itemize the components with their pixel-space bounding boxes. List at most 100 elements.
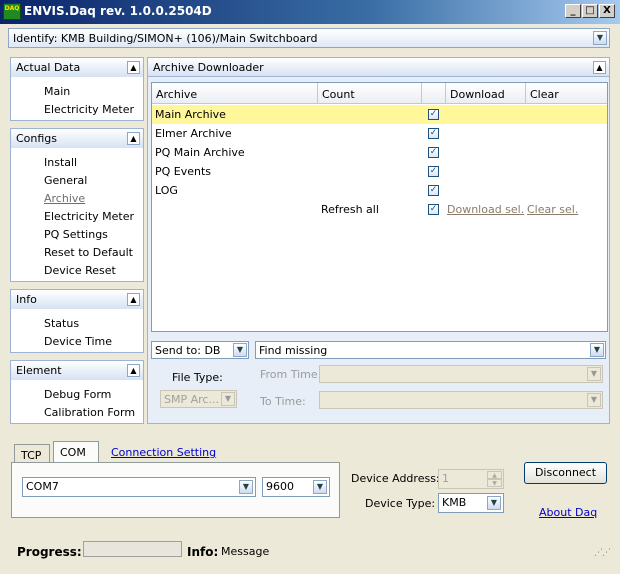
archive-name: Elmer Archive: [155, 127, 232, 140]
column-header-download[interactable]: Download: [446, 83, 526, 104]
chevron-down-icon[interactable]: ▼: [587, 367, 601, 381]
info-message: Message: [221, 545, 270, 558]
from-time-label: From Time:: [260, 368, 322, 381]
tab-com[interactable]: COM: [53, 441, 99, 464]
sidebar-item-general[interactable]: General: [44, 174, 87, 187]
archive-name: PQ Events: [155, 165, 212, 178]
sidebar-item-device-reset[interactable]: Device Reset: [44, 264, 116, 277]
checkbox-checked-icon[interactable]: ✓: [428, 166, 439, 177]
group-info-body: Status Device Time: [10, 309, 144, 353]
send-to-select[interactable]: Send to: DB ▼: [151, 341, 249, 359]
table-row[interactable]: PQ Events ✓: [152, 162, 607, 181]
archive-downloader-header: Archive Downloader ▲: [147, 57, 610, 77]
file-type-select[interactable]: SMP Arc... ▼: [160, 390, 237, 408]
spin-up-icon[interactable]: ▲: [487, 471, 502, 479]
group-info[interactable]: Info ▲: [10, 289, 144, 309]
about-daq-link[interactable]: About Daq: [539, 506, 597, 519]
sidebar-item-install[interactable]: Install: [44, 156, 77, 169]
chevron-down-icon[interactable]: ▼: [593, 31, 607, 45]
disconnect-button[interactable]: Disconnect: [524, 462, 607, 484]
to-time-label: To Time:: [260, 395, 306, 408]
group-element[interactable]: Element ▲: [10, 360, 144, 380]
collapse-up-icon[interactable]: ▲: [127, 61, 140, 74]
device-type-select[interactable]: KMB ▼: [438, 493, 504, 513]
archive-name: PQ Main Archive: [155, 146, 245, 159]
clear-selected-link[interactable]: Clear sel.: [527, 203, 578, 216]
device-address-label: Device Address:: [351, 472, 440, 485]
identify-value: Identify: KMB Building/SIMON+ (106)/Main…: [13, 32, 318, 45]
group-actual-data[interactable]: Actual Data ▲: [10, 57, 144, 77]
group-title: Configs: [16, 132, 58, 145]
baud-value: 9600: [266, 480, 294, 493]
checkbox-checked-icon[interactable]: ✓: [428, 147, 439, 158]
close-button[interactable]: X: [599, 4, 615, 18]
from-time-picker[interactable]: ▼: [319, 365, 603, 383]
collapse-up-icon[interactable]: ▲: [593, 61, 606, 74]
chevron-down-icon[interactable]: ▼: [590, 343, 604, 357]
table-row[interactable]: Main Archive ✓: [152, 105, 607, 124]
download-selected-link[interactable]: Download sel.: [447, 203, 524, 216]
sidebar-item-main[interactable]: Main: [44, 85, 70, 98]
sidebar-item-device-time[interactable]: Device Time: [44, 335, 112, 348]
progress-bar: [83, 541, 182, 557]
sidebar-item-debug-form[interactable]: Debug Form: [44, 388, 111, 401]
find-mode-select[interactable]: Find missing ▼: [255, 341, 606, 359]
file-type-label: File Type:: [172, 371, 223, 384]
collapse-up-icon[interactable]: ▲: [127, 364, 140, 377]
maximize-button[interactable]: □: [582, 4, 598, 18]
column-header-select[interactable]: [422, 83, 446, 104]
app-icon: DAQ: [3, 3, 21, 20]
chevron-down-icon[interactable]: ▼: [221, 392, 235, 406]
chevron-down-icon[interactable]: ▼: [313, 480, 327, 494]
column-header-archive[interactable]: Archive: [152, 83, 318, 104]
chevron-down-icon[interactable]: ▼: [233, 343, 247, 357]
sidebar-item-archive[interactable]: Archive: [44, 192, 85, 205]
group-title: Actual Data: [16, 61, 81, 74]
column-header-count[interactable]: Count: [318, 83, 422, 104]
refresh-all-label[interactable]: Refresh all: [321, 203, 379, 216]
column-header-clear[interactable]: Clear: [526, 83, 607, 104]
resize-grip-icon[interactable]: ⋰⋰: [594, 548, 611, 558]
group-configs-body: Install General Archive Electricity Mete…: [10, 148, 144, 282]
identify-combo[interactable]: Identify: KMB Building/SIMON+ (106)/Main…: [8, 28, 610, 48]
table-row-summary: Refresh all ✓ Download sel. Clear sel.: [152, 200, 607, 219]
checkbox-checked-icon[interactable]: ✓: [428, 109, 439, 120]
group-actual-data-body: Main Electricity Meter: [10, 77, 144, 121]
table-row[interactable]: LOG ✓: [152, 181, 607, 200]
info-label: Info:: [187, 545, 219, 559]
table-row[interactable]: Elmer Archive ✓: [152, 124, 607, 143]
group-title: Info: [16, 293, 37, 306]
checkbox-checked-icon[interactable]: ✓: [428, 204, 439, 215]
chevron-down-icon[interactable]: ▼: [587, 393, 601, 407]
table-row[interactable]: PQ Main Archive ✓: [152, 143, 607, 162]
checkbox-checked-icon[interactable]: ✓: [428, 185, 439, 196]
minimize-button[interactable]: _: [565, 4, 581, 18]
group-title: Element: [16, 364, 62, 377]
collapse-up-icon[interactable]: ▲: [127, 293, 140, 306]
checkbox-checked-icon[interactable]: ✓: [428, 128, 439, 139]
device-type-label: Device Type:: [365, 497, 436, 510]
chevron-down-icon[interactable]: ▼: [239, 480, 253, 494]
port-value: COM7: [26, 480, 59, 493]
sidebar-item-status[interactable]: Status: [44, 317, 79, 330]
title-bar[interactable]: DAQ ENVIS.Daq rev. 1.0.0.2504D _ □ X: [0, 0, 620, 24]
connection-setting-link[interactable]: Connection Setting: [111, 446, 216, 459]
baud-select[interactable]: 9600 ▼: [262, 477, 330, 497]
sidebar-item-calibration-form[interactable]: Calibration Form: [44, 406, 135, 419]
file-type-value: SMP Arc...: [164, 393, 219, 406]
archive-grid: Archive Count Download Clear Main Archiv…: [151, 82, 608, 332]
sidebar-item-electricity-meter[interactable]: Electricity Meter: [44, 103, 134, 116]
device-address-stepper[interactable]: 1 ▲ ▼: [438, 469, 504, 489]
grid-header: Archive Count Download Clear: [152, 83, 607, 104]
group-element-body: Debug Form Calibration Form: [10, 380, 144, 424]
group-configs[interactable]: Configs ▲: [10, 128, 144, 148]
collapse-up-icon[interactable]: ▲: [127, 132, 140, 145]
to-time-picker[interactable]: ▼: [319, 391, 603, 409]
chevron-down-icon[interactable]: ▼: [487, 496, 501, 510]
spin-down-icon[interactable]: ▼: [487, 479, 502, 487]
sidebar-item-electricity-meter-config[interactable]: Electricity Meter: [44, 210, 134, 223]
sidebar-item-reset-to-default[interactable]: Reset to Default: [44, 246, 133, 259]
window-title: ENVIS.Daq rev. 1.0.0.2504D: [24, 4, 212, 18]
sidebar-item-pq-settings[interactable]: PQ Settings: [44, 228, 108, 241]
port-select[interactable]: COM7 ▼: [22, 477, 256, 497]
